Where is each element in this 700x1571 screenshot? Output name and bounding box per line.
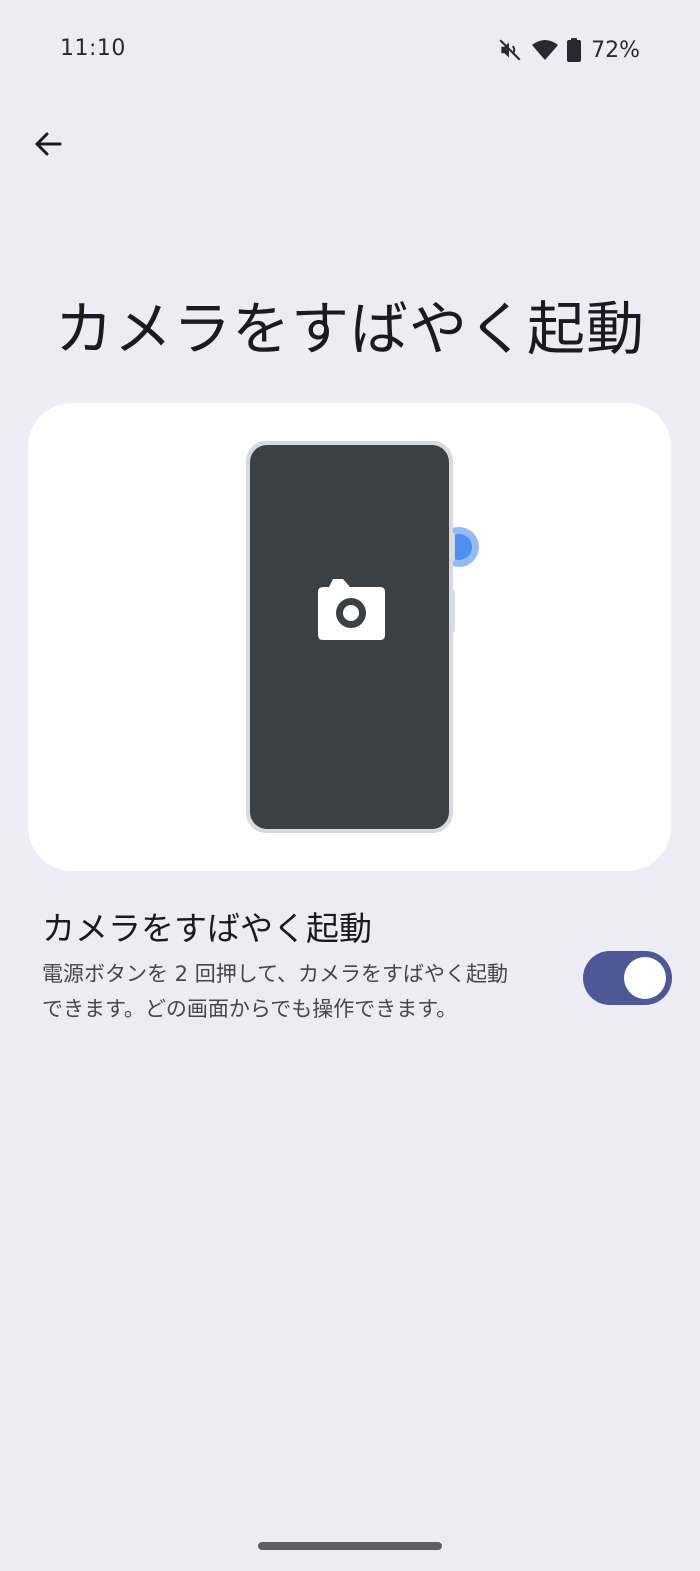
- setting-title: カメラをすばやく起動: [42, 909, 372, 948]
- quick-camera-toggle[interactable]: [583, 951, 672, 1005]
- page-title: カメラをすばやく起動: [54, 295, 645, 363]
- mute-icon: [497, 37, 523, 63]
- setting-summary: 電源ボタンを 2 回押して、カメラをすばやく起動できます。どの画面からでも操作で…: [42, 962, 509, 1021]
- toggle-thumb: [624, 957, 666, 999]
- phone-illustration: [246, 441, 479, 833]
- camera-icon: [318, 579, 385, 640]
- status-bar: 11:10 72%: [0, 0, 700, 100]
- gesture-nav-bar[interactable]: [258, 1542, 442, 1550]
- wifi-icon: [531, 38, 559, 62]
- battery-icon: [567, 38, 582, 62]
- battery-percent: 72%: [591, 37, 640, 63]
- status-time: 11:10: [60, 36, 126, 61]
- arrow-back-icon: [32, 128, 64, 164]
- quick-camera-setting-row[interactable]: カメラをすばやく起動 電源ボタンを 2 回押して、カメラをすばやく起動できます。…: [42, 902, 672, 1062]
- back-button[interactable]: [20, 118, 76, 174]
- status-icons: 72%: [497, 36, 640, 64]
- illustration-card: [28, 403, 671, 871]
